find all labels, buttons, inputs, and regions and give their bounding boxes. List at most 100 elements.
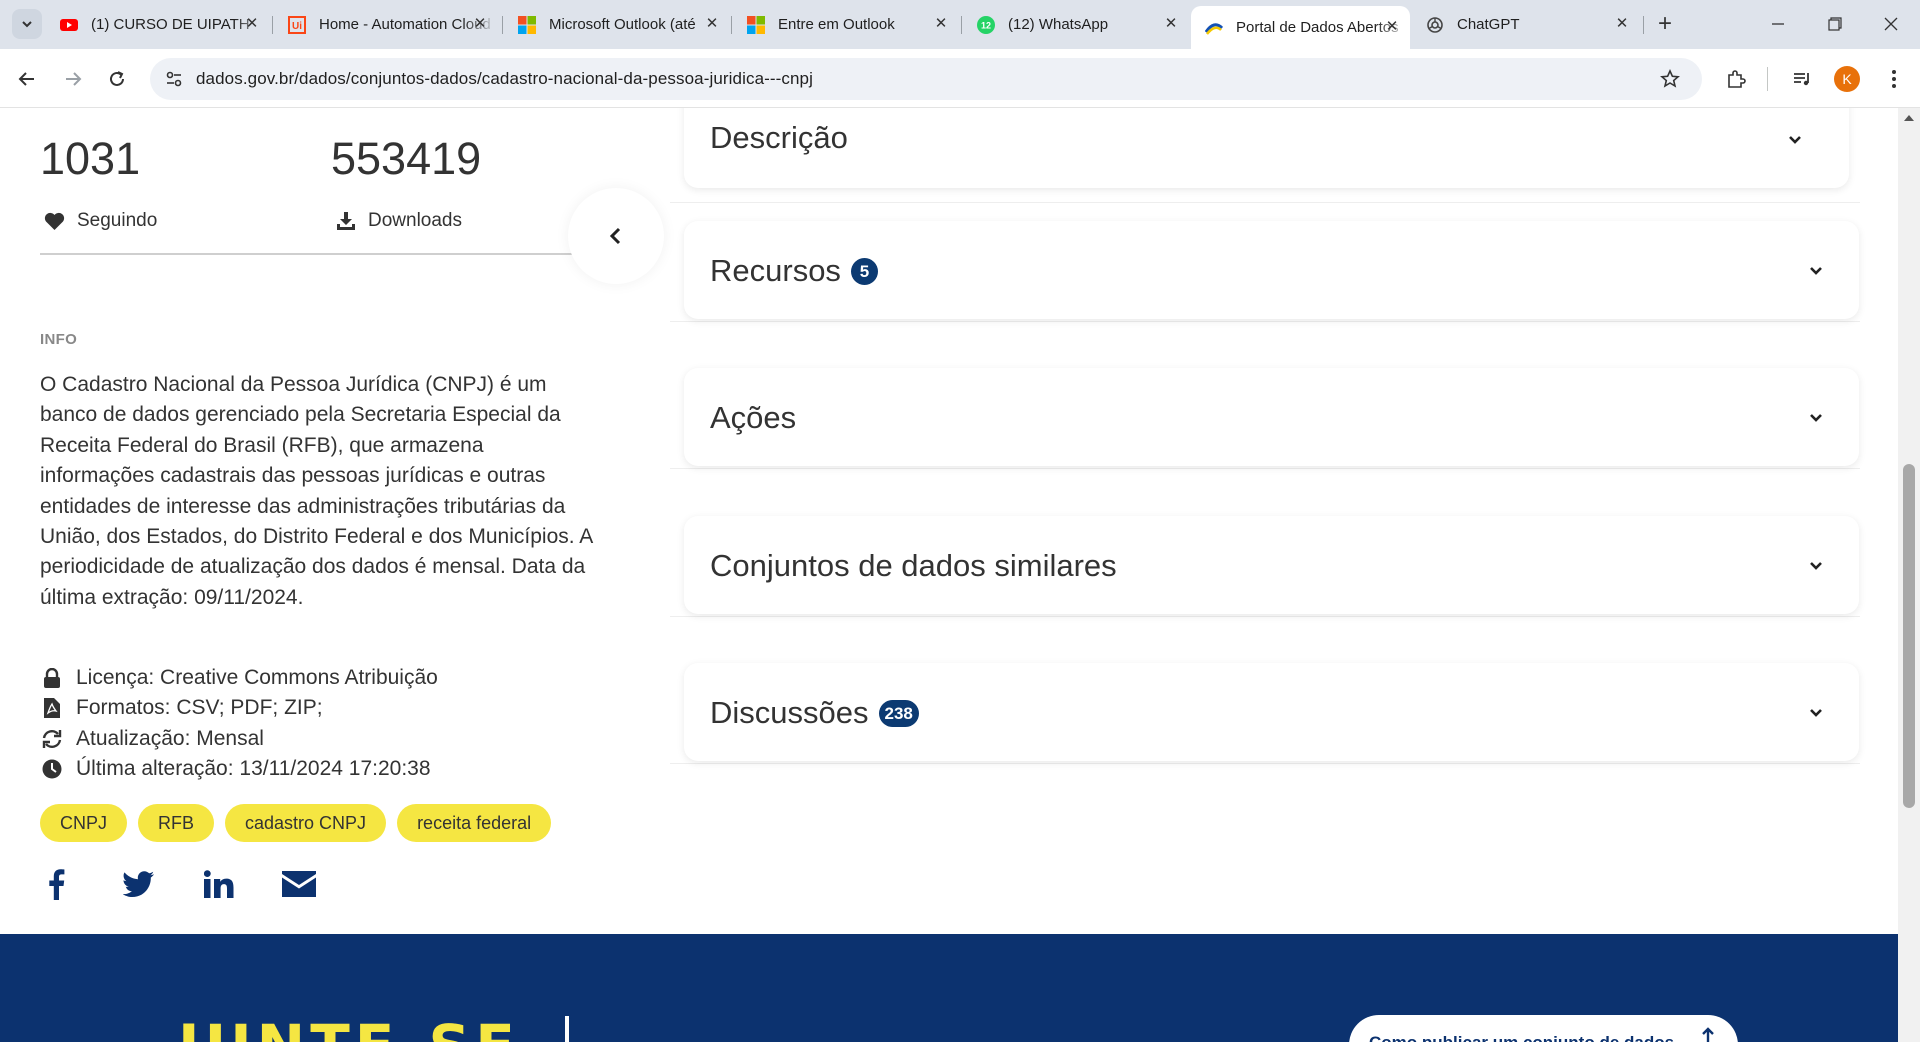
panel-title: Ações <box>710 400 797 435</box>
close-icon <box>1884 17 1898 31</box>
following-label: Seguindo <box>77 210 158 231</box>
profile-avatar[interactable]: K <box>1834 66 1860 92</box>
close-icon[interactable]: ✕ <box>244 16 260 32</box>
restore-icon <box>1828 17 1842 31</box>
scroll-up-icon[interactable] <box>1904 114 1914 121</box>
update-row: Atualização: Mensal <box>40 724 438 754</box>
dataset-description: O Cadastro Nacional da Pessoa Jurídica (… <box>40 373 593 609</box>
tag-chip[interactable]: cadastro CNPJ <box>225 804 387 842</box>
discussions-count-badge: 238 <box>878 699 919 727</box>
arrow-left-icon <box>18 72 34 86</box>
panel-conjuntos-similares[interactable]: Conjuntos de dados similares <box>684 516 1859 614</box>
sync-icon <box>40 728 64 750</box>
heart-icon <box>44 212 65 230</box>
browser-tab-entre-outlook[interactable]: Entre em Outlook ✕ <box>733 8 959 41</box>
svg-text:Ui: Ui <box>292 21 302 32</box>
following-stat[interactable]: Seguindo <box>44 210 157 232</box>
panel-discussoes[interactable]: Discussões 238 <box>684 663 1859 761</box>
close-icon[interactable]: ✕ <box>1384 19 1400 35</box>
clock-icon <box>40 758 64 780</box>
browser-tab-youtube[interactable]: (1) CURSO DE UIPATH ✕ <box>46 8 270 41</box>
browser-tab-whatsapp[interactable]: 12 (12) WhatsApp ✕ <box>963 8 1189 41</box>
facebook-share-button[interactable] <box>38 866 74 902</box>
whatsapp-badge: 12 <box>981 20 991 30</box>
browser-tab-portal-dados[interactable]: Portal de Dados Abertos ✕ <box>1191 6 1410 49</box>
close-icon[interactable]: ✕ <box>1614 16 1630 32</box>
whatsapp-icon: 12 <box>977 15 995 34</box>
minimize-button[interactable] <box>1758 10 1798 38</box>
resources-count-badge: 5 <box>850 257 878 285</box>
twitter-icon <box>123 870 154 897</box>
forward-button[interactable] <box>55 61 91 97</box>
back-button[interactable] <box>9 61 45 97</box>
browser-tab-uipath[interactable]: Ui Home - Automation Cloud ✕ <box>274 8 498 41</box>
tab-label: Microsoft Outlook (até <box>549 16 696 33</box>
stats-divider <box>40 253 590 255</box>
panel-title: Discussões <box>710 695 869 730</box>
formats-text: Formatos: CSV; PDF; ZIP; <box>76 696 323 720</box>
footer-title: JUNTE-SE <box>178 1012 520 1042</box>
collapse-sidebar-button[interactable] <box>568 188 664 284</box>
chevron-down-icon <box>1806 261 1826 281</box>
following-count: 1031 <box>40 133 141 184</box>
panel-title-row: Recursos 5 <box>710 253 878 289</box>
publish-dataset-button[interactable]: Como publicar um conjunto de dados <box>1349 1015 1738 1042</box>
panel-descricao[interactable]: Descrição <box>684 108 1849 188</box>
tag-chip[interactable]: CNPJ <box>40 804 128 842</box>
microsoft-icon <box>518 15 536 34</box>
browser-tab-chatgpt[interactable]: ChatGPT ✕ <box>1412 8 1640 41</box>
tab-separator <box>1643 16 1644 34</box>
tag-chip[interactable]: RFB <box>138 804 215 842</box>
downloads-stat: Downloads <box>336 210 462 232</box>
panel-title: Recursos <box>710 253 841 288</box>
close-window-button[interactable] <box>1871 10 1911 38</box>
url-text: dados.gov.br/dados/conjuntos-dados/cadas… <box>196 69 813 88</box>
restore-button[interactable] <box>1815 10 1855 38</box>
tab-search-button[interactable] <box>12 9 42 39</box>
scrollbar-thumb[interactable] <box>1903 464 1915 808</box>
linkedin-share-button[interactable] <box>201 866 237 902</box>
twitter-share-button[interactable] <box>121 866 157 902</box>
tab-separator <box>731 16 732 34</box>
toolbar-divider <box>1767 67 1768 91</box>
facebook-icon <box>49 869 65 900</box>
panel-divider <box>670 616 1860 617</box>
media-control-button[interactable] <box>1784 61 1820 97</box>
license-text: Licença: Creative Commons Atribuição <box>76 666 438 689</box>
site-info-icon[interactable] <box>165 70 183 88</box>
footer-divider <box>565 1016 569 1042</box>
browser-tab-outlook[interactable]: Microsoft Outlook (até ✕ <box>504 8 730 41</box>
reload-icon <box>110 71 124 86</box>
address-bar[interactable]: dados.gov.br/dados/conjuntos-dados/cadas… <box>150 58 1702 100</box>
chevron-left-icon <box>609 227 621 245</box>
browser-menu-button[interactable] <box>1876 61 1912 97</box>
page-scrollbar[interactable] <box>1898 108 1920 1042</box>
chevron-down-icon <box>1806 703 1826 723</box>
close-icon[interactable]: ✕ <box>704 16 720 32</box>
extensions-button[interactable] <box>1718 61 1754 97</box>
panel-recursos[interactable]: Recursos 5 <box>684 221 1859 319</box>
close-icon[interactable]: ✕ <box>472 16 488 32</box>
chatgpt-icon <box>1426 16 1444 34</box>
panel-divider <box>670 763 1860 764</box>
close-icon[interactable]: ✕ <box>933 16 949 32</box>
info-heading: INFO <box>40 331 78 348</box>
file-pdf-icon <box>40 697 64 719</box>
close-icon[interactable]: ✕ <box>1163 16 1179 32</box>
new-tab-button[interactable]: + <box>1651 11 1679 39</box>
page-content: 1031 553419 Seguindo Downloads INFO O Ca… <box>0 108 1898 1042</box>
last-change-text: Última alteração: 13/11/2024 17:20:38 <box>76 756 431 780</box>
media-queue-icon <box>1794 73 1809 86</box>
more-vertical-icon <box>1892 70 1896 88</box>
panel-acoes[interactable]: Ações <box>684 368 1859 466</box>
dataset-metadata: Licença: Creative Commons Atribuição For… <box>40 663 438 784</box>
license-row: Licença: Creative Commons Atribuição <box>40 663 438 693</box>
panel-divider <box>670 468 1860 469</box>
chevron-down-icon <box>1806 556 1826 576</box>
reload-button[interactable] <box>99 61 135 97</box>
star-icon[interactable] <box>1660 69 1680 89</box>
download-icon <box>337 212 355 230</box>
arrow-up-icon <box>1702 1027 1714 1042</box>
email-share-button[interactable] <box>281 866 317 902</box>
tag-chip[interactable]: receita federal <box>397 804 552 842</box>
